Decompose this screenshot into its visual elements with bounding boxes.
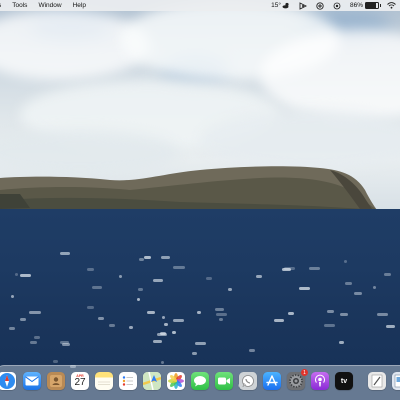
maps-icon[interactable]: [143, 372, 161, 390]
script-editor-icon[interactable]: [368, 372, 386, 390]
wave-foam: [256, 274, 262, 278]
weather-temperature: 15°: [271, 2, 281, 9]
messages-icon[interactable]: [191, 372, 209, 390]
wave-foam: [249, 349, 255, 353]
wave-foam: [153, 279, 163, 283]
wave-foam: [160, 255, 170, 259]
wave-foam: [10, 295, 15, 299]
wave-foam: [97, 316, 105, 320]
wave-foam: [92, 285, 102, 289]
wave-foam: [108, 324, 115, 328]
podcasts-icon[interactable]: [311, 372, 329, 390]
wave-foam: [377, 313, 389, 317]
headland: [0, 166, 400, 215]
wave-foam: [214, 307, 224, 311]
battery-percent: 86%: [349, 2, 363, 9]
wave-foam: [228, 287, 233, 291]
wave-foam: [384, 272, 392, 276]
wave-foam: [161, 315, 165, 319]
wave-foam: [288, 312, 295, 316]
wave-foam: [152, 340, 163, 344]
wave-foam: [164, 322, 169, 326]
photos-icon[interactable]: [167, 372, 185, 390]
wave-foam: [344, 282, 353, 286]
cloud-sun-icon: [282, 1, 291, 10]
battery-level: [366, 3, 377, 8]
wave-foam: [340, 312, 349, 316]
wave-foam: [156, 333, 167, 337]
facetime-icon[interactable]: [215, 372, 233, 390]
desktop-wallpaper: [0, 0, 400, 400]
wave-foam: [326, 310, 335, 314]
focus-icon[interactable]: [316, 1, 325, 10]
wave-foam: [353, 291, 363, 295]
status-area: 15° 86%: [271, 0, 396, 11]
wave-foam: [282, 267, 291, 271]
wave-foam: [205, 277, 212, 281]
apple-tv-label: tv: [340, 377, 348, 385]
wave-foam: [14, 272, 19, 276]
wave-foam: [172, 331, 176, 334]
wave-foam: [138, 257, 144, 261]
airdrop-icon[interactable]: [333, 1, 342, 10]
wifi-icon[interactable]: [387, 1, 396, 10]
wave-foam: [373, 286, 377, 290]
wave-foam: [60, 252, 70, 256]
wave-foam: [160, 361, 165, 365]
wave-foam: [143, 256, 152, 260]
wave-foam: [173, 265, 185, 269]
wave-foam: [9, 326, 16, 330]
calendar-icon[interactable]: APR 27: [71, 372, 89, 390]
apple-tv-icon[interactable]: tv: [335, 372, 353, 390]
reminders-icon[interactable]: [119, 372, 137, 390]
wave-foam: [323, 324, 335, 328]
system-settings-icon[interactable]: 1: [287, 369, 308, 390]
wave-foam: [87, 268, 95, 272]
menu-item-help[interactable]: Help: [73, 2, 86, 9]
wave-foam: [87, 305, 94, 309]
menu-items: s Tools Window Help: [0, 2, 86, 9]
mail-icon[interactable]: [23, 372, 41, 390]
weather-widget[interactable]: 15°: [271, 1, 291, 10]
battery-status[interactable]: 86%: [349, 2, 381, 9]
wave-foam: [298, 286, 310, 290]
menu-item-window[interactable]: Window: [38, 2, 61, 9]
wave-foam: [386, 325, 395, 329]
wave-foam: [19, 273, 31, 277]
wave-foam: [147, 310, 155, 314]
wave-foam: [136, 298, 141, 302]
wave-foam: [339, 341, 345, 345]
menu-bar: s Tools Window Help 15° 86%: [0, 0, 400, 11]
notes-icon[interactable]: [95, 372, 113, 390]
wave-foam: [343, 259, 348, 263]
preview-icon[interactable]: [392, 372, 400, 390]
app-store-icon[interactable]: [263, 372, 281, 390]
notification-badge: 1: [301, 369, 308, 376]
safari-icon[interactable]: [0, 372, 16, 390]
wave-foam: [53, 359, 58, 363]
battery-icon: [365, 2, 381, 9]
wave-foam: [60, 341, 70, 345]
whatsapp-icon[interactable]: [239, 372, 257, 390]
wave-foam: [194, 341, 206, 345]
wave-foam: [128, 325, 134, 329]
control-icon[interactable]: [299, 1, 308, 10]
wave-foam: [29, 310, 42, 314]
wave-foam: [215, 312, 227, 316]
calendar-day: 27: [74, 377, 86, 388]
wave-foam: [309, 266, 321, 270]
wave-foam: [218, 317, 223, 321]
wave-foam: [197, 311, 202, 315]
wave-foam: [29, 341, 38, 345]
wave-foam: [20, 318, 26, 322]
menu-item-tools[interactable]: Tools: [12, 2, 27, 9]
wave-foam: [173, 319, 185, 323]
wave-foam: [274, 318, 285, 322]
wave-foam: [191, 351, 197, 355]
contacts-icon[interactable]: [47, 372, 65, 390]
wave-foam: [118, 275, 122, 279]
menu-item-partial[interactable]: s: [0, 2, 1, 9]
wave-foam: [137, 287, 144, 291]
wave-foam: [33, 336, 41, 340]
